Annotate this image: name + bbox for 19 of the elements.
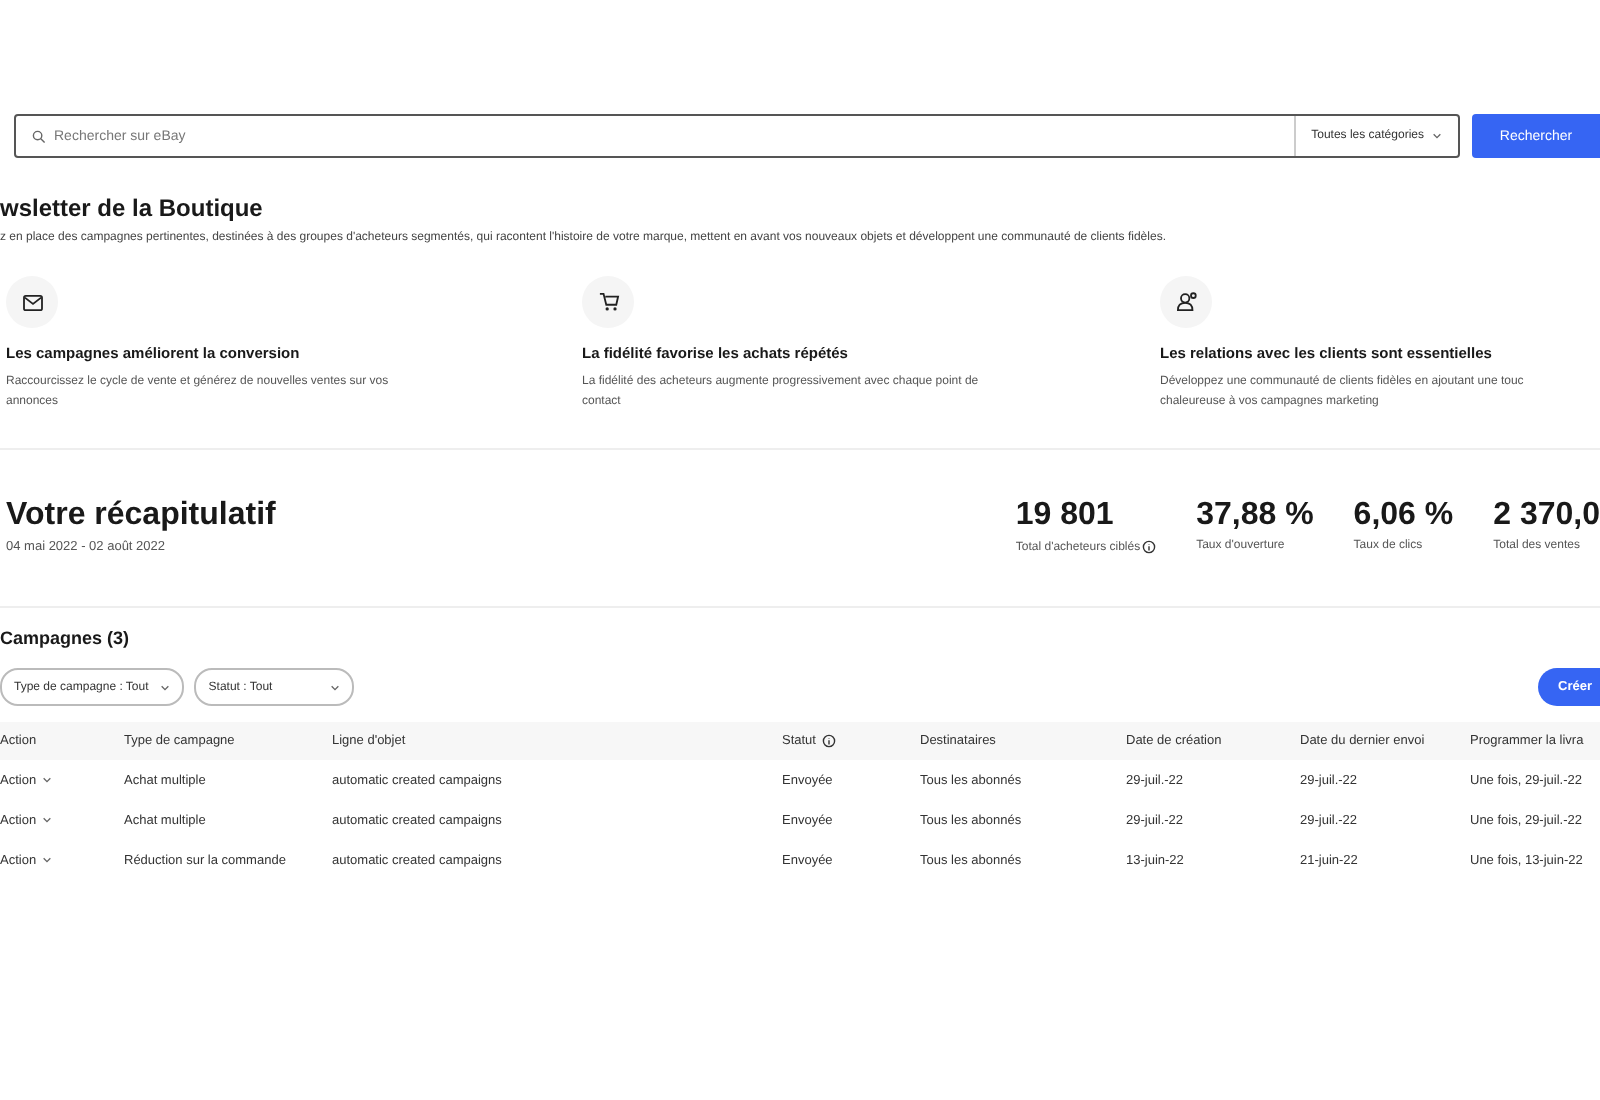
campaigns-title: Campagnes (3) (0, 628, 132, 648)
chevron-down-icon (1432, 132, 1442, 140)
chevron-down-icon (42, 776, 53, 784)
person-icon (1175, 292, 1197, 312)
summary-title: Votre récapitulatif (6, 498, 276, 534)
info-icon (1142, 540, 1157, 554)
chevron-down-icon (42, 816, 53, 824)
envelope-icon (21, 293, 43, 311)
stat-value: 37,88 % (1196, 498, 1314, 534)
chevron-down-icon (330, 683, 341, 691)
page-title: wsletter de la Boutique (0, 194, 265, 222)
cart-icon (597, 292, 619, 312)
stat-value: 2 370,0 (1493, 498, 1600, 534)
search-icon (32, 129, 46, 143)
chevron-down-icon (160, 683, 171, 691)
info-icon (821, 734, 836, 748)
stat-value: 19 801 (1015, 498, 1116, 534)
chevron-down-icon (42, 856, 53, 864)
stat-value: 6,06 % (1353, 498, 1454, 534)
